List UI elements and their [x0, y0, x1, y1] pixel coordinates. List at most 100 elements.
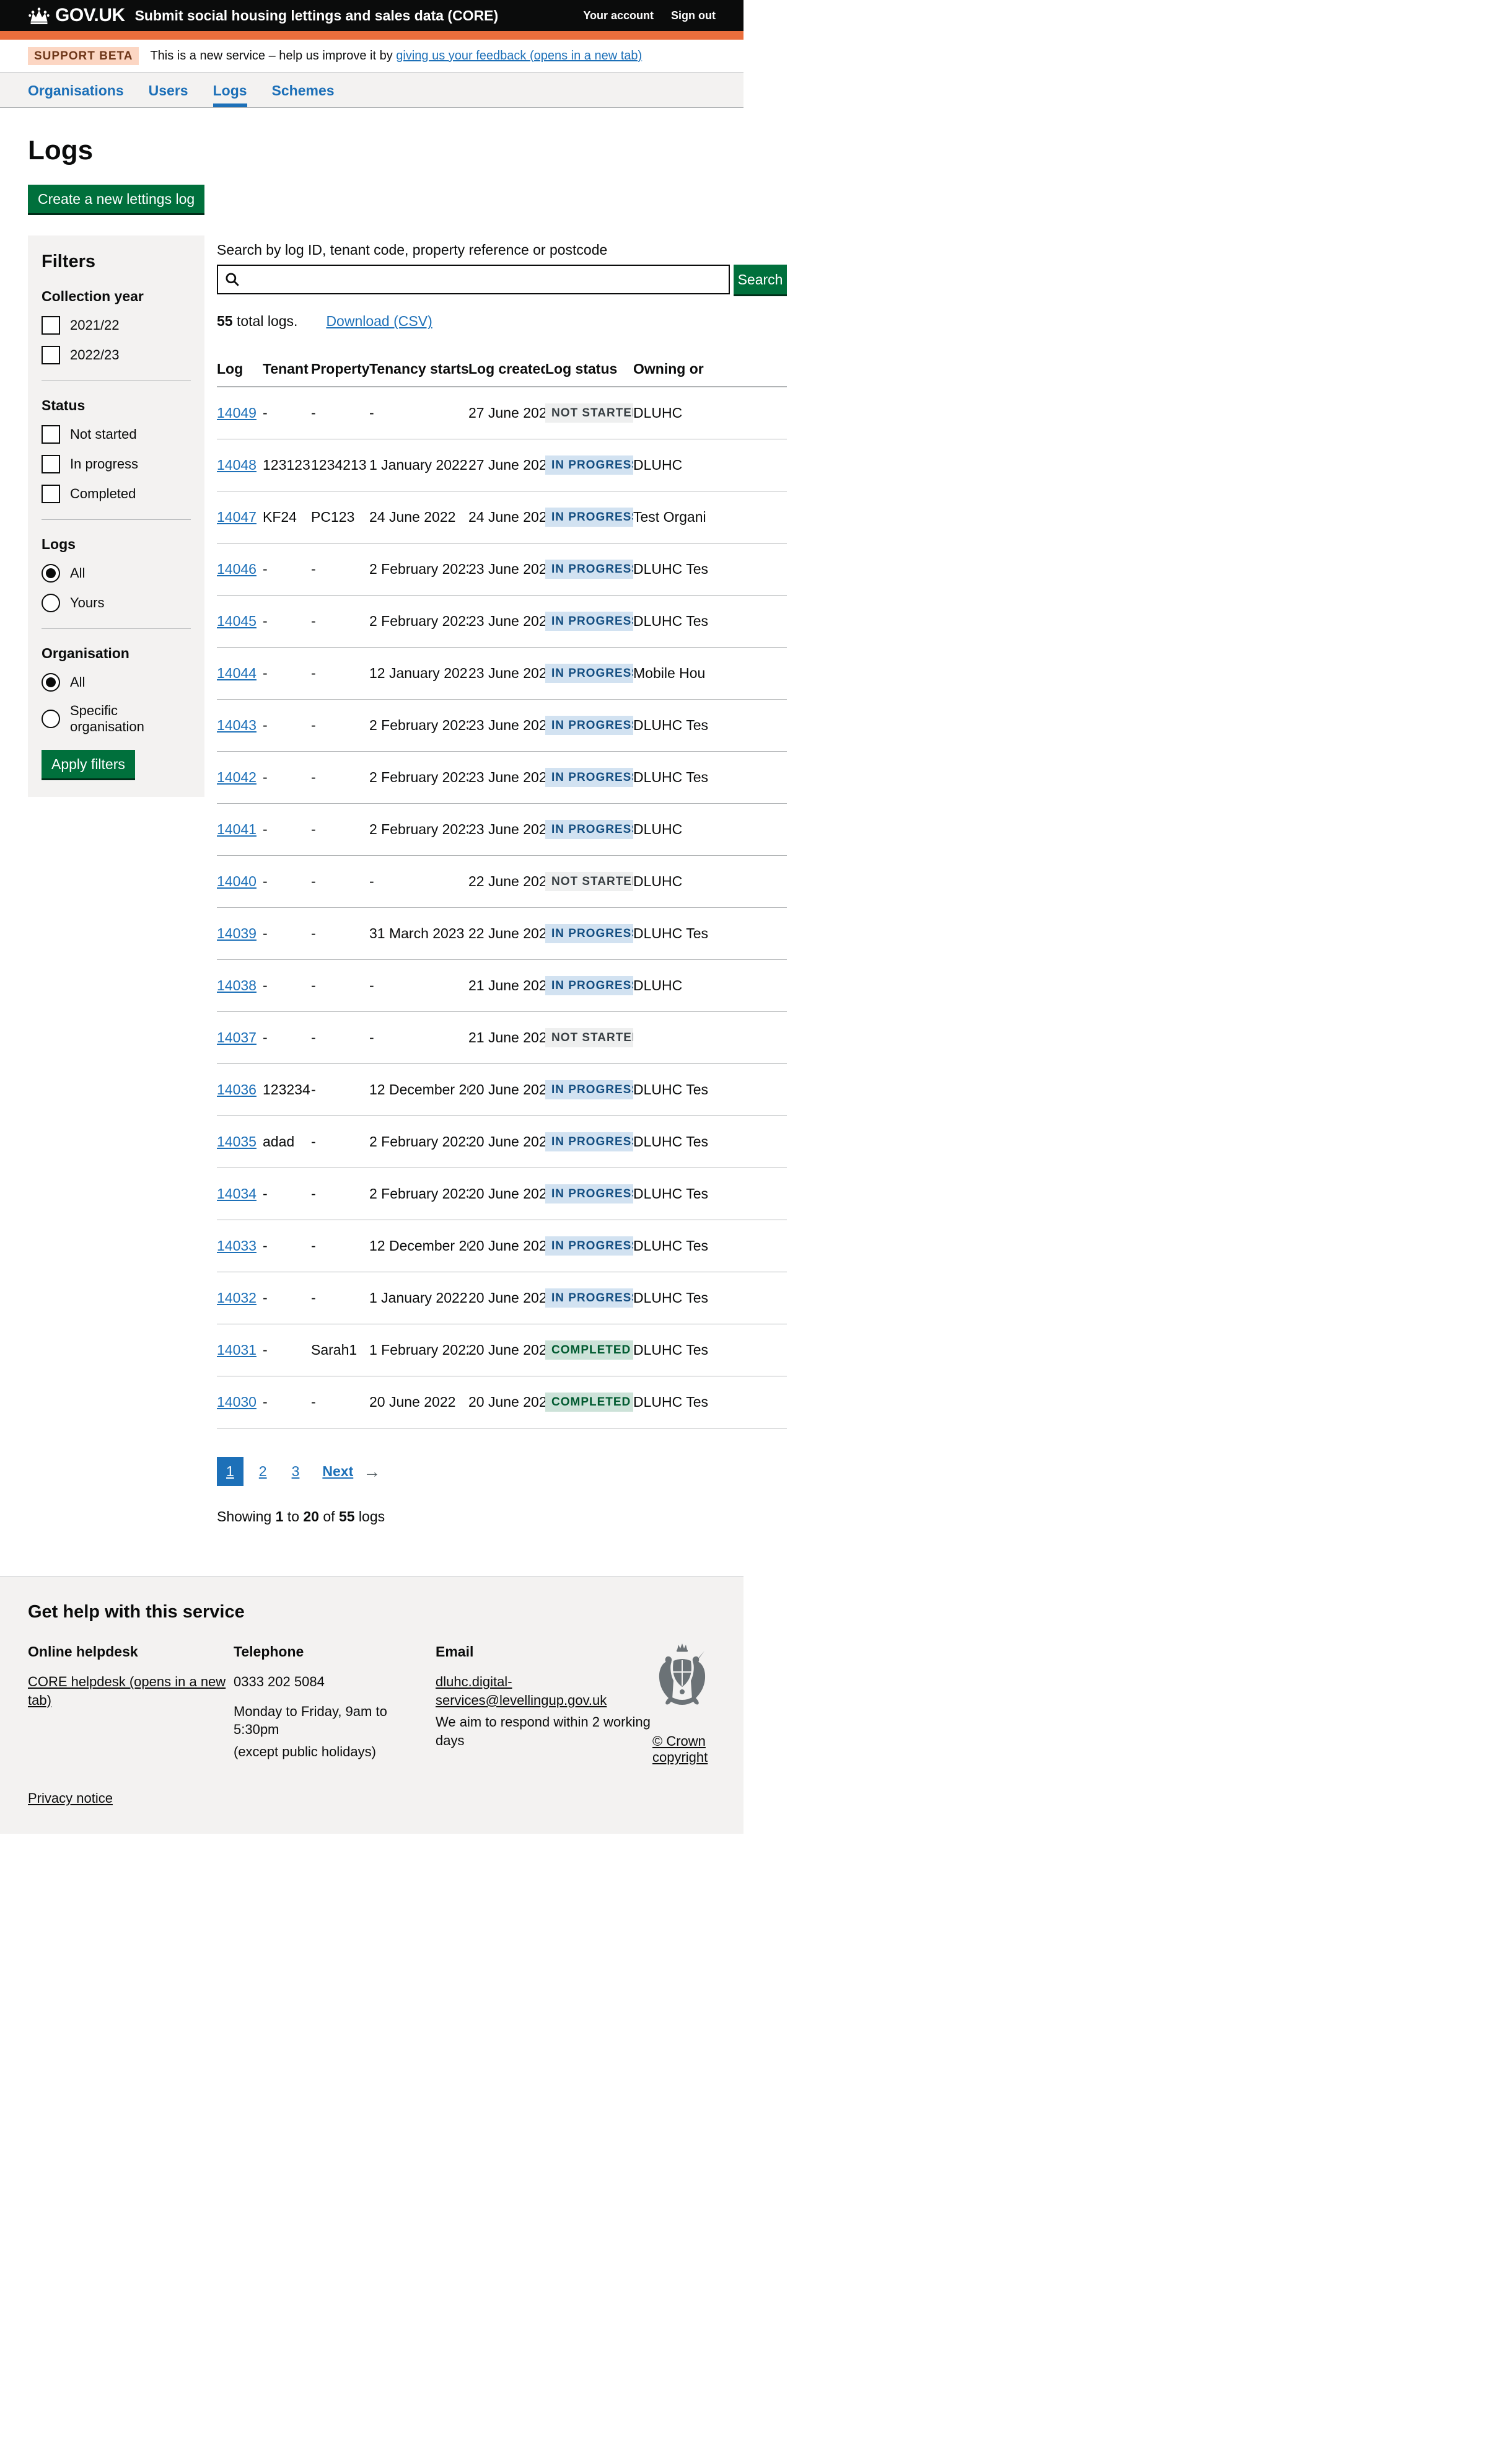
cell-log-created: 23 June 2022	[468, 543, 545, 596]
filter-option-label: All	[70, 674, 85, 690]
cell-tenant: -	[263, 1012, 311, 1064]
total-logs-suffix: total logs.	[233, 313, 298, 329]
cell-log-status: IN PROGRESS	[545, 908, 633, 960]
service-name-link[interactable]: Submit social housing lettings and sales…	[135, 7, 499, 24]
radio-yours[interactable]	[42, 594, 60, 612]
status-badge: NOT STARTED	[545, 403, 633, 423]
cell-tenant: 123123	[263, 439, 311, 491]
table-row: 14046--2 February 202323 June 2022IN PRO…	[217, 543, 787, 596]
log-id-link[interactable]: 14044	[217, 665, 257, 681]
radio-all[interactable]	[42, 673, 60, 692]
checkbox-2021-22[interactable]	[42, 316, 60, 335]
cell-log-status: IN PROGRESS	[545, 700, 633, 752]
cell-property: -	[311, 648, 369, 700]
cell-tenancy-starts: 2 February 2023	[369, 543, 468, 596]
nav-tab-schemes[interactable]: Schemes	[272, 73, 335, 107]
showing-total: 55	[339, 1508, 355, 1525]
your-account-link[interactable]: Your account	[583, 9, 654, 22]
pagination-next-link[interactable]: Next	[315, 1457, 357, 1486]
email-link[interactable]: dluhc.digital-services@levellingup.gov.u…	[436, 1674, 607, 1708]
sign-out-link[interactable]: Sign out	[671, 9, 716, 22]
cell-log-created: 27 June 2022	[468, 387, 545, 439]
log-id-link[interactable]: 14036	[217, 1081, 257, 1098]
pagination-pages: 123	[217, 1457, 309, 1486]
cell-log-created: 23 June 2022	[468, 804, 545, 856]
filters-panel: Filters Collection year2021/222022/23Sta…	[28, 235, 204, 797]
cell-log-created: 23 June 2022	[468, 596, 545, 648]
footer-crest-column: © Crown copyright	[652, 1643, 721, 1766]
crown-copyright-link[interactable]: © Crown copyright	[652, 1733, 721, 1766]
table-row: 14031-Sarah11 February 202220 June 2022C…	[217, 1324, 787, 1376]
nav-tab-logs[interactable]: Logs	[213, 73, 247, 107]
log-id-link[interactable]: 14031	[217, 1342, 257, 1358]
radio-specific-organisation[interactable]	[42, 710, 60, 728]
email-heading: Email	[436, 1643, 652, 1660]
log-id-link[interactable]: 14049	[217, 405, 257, 421]
cell-log-created: 20 June 2022	[468, 1272, 545, 1324]
cell-log: 14048	[217, 439, 263, 491]
log-id-link[interactable]: 14043	[217, 717, 257, 733]
logs-table-header-row: LogTenantPropertyTenancy startsLog creat…	[217, 353, 787, 387]
status-badge: IN PROGRESS	[545, 612, 633, 631]
log-id-link[interactable]: 14034	[217, 1186, 257, 1202]
log-id-link[interactable]: 14042	[217, 769, 257, 785]
log-id-link[interactable]: 14045	[217, 613, 257, 629]
log-id-link[interactable]: 14046	[217, 561, 257, 577]
pagination-page-2[interactable]: 2	[250, 1457, 276, 1486]
table-row: 14033--12 December 202120 June 2022IN PR…	[217, 1220, 787, 1272]
apply-filters-button[interactable]: Apply filters	[42, 750, 135, 778]
download-csv-link[interactable]: Download (CSV)	[326, 313, 432, 329]
status-badge: IN PROGRESS	[545, 560, 633, 579]
checkbox-not-started[interactable]	[42, 425, 60, 444]
column-header: Property	[311, 353, 369, 387]
table-row: 14041--2 February 202323 June 2022IN PRO…	[217, 804, 787, 856]
cell-property: -	[311, 856, 369, 908]
email-response-note: We aim to respond within 2 working days	[436, 1713, 652, 1749]
log-id-link[interactable]: 14038	[217, 977, 257, 993]
cell-tenant: -	[263, 1220, 311, 1272]
log-id-link[interactable]: 14033	[217, 1238, 257, 1254]
cell-log-status: IN PROGRESS	[545, 1064, 633, 1116]
log-id-link[interactable]: 14041	[217, 821, 257, 837]
log-id-link[interactable]: 14047	[217, 509, 257, 525]
cell-log-created: 23 June 2022	[468, 648, 545, 700]
log-id-link[interactable]: 14037	[217, 1029, 257, 1045]
royal-coat-of-arms	[652, 1643, 712, 1721]
pagination-page-1[interactable]: 1	[217, 1457, 243, 1486]
cell-property: -	[311, 908, 369, 960]
log-id-link[interactable]: 14030	[217, 1394, 257, 1410]
table-row: 14038---21 June 2022IN PROGRESSDLUHC	[217, 960, 787, 1012]
telephone-hours: Monday to Friday, 9am to 5:30pm	[234, 1702, 436, 1739]
log-id-link[interactable]: 14039	[217, 925, 257, 941]
nav-tab-users[interactable]: Users	[149, 73, 188, 107]
checkbox-in-progress[interactable]	[42, 455, 60, 473]
search-button[interactable]: Search	[734, 265, 787, 294]
showing-to: 20	[303, 1508, 319, 1525]
cell-log-created: 22 June 2022	[468, 856, 545, 908]
filter-option-label: Yours	[70, 595, 104, 611]
pagination-page-3[interactable]: 3	[283, 1457, 309, 1486]
cell-property: -	[311, 700, 369, 752]
privacy-notice-link[interactable]: Privacy notice	[28, 1790, 113, 1806]
nav-tab-organisations[interactable]: Organisations	[28, 73, 124, 107]
log-id-link[interactable]: 14035	[217, 1133, 257, 1150]
cell-log: 14038	[217, 960, 263, 1012]
search-input[interactable]	[217, 265, 730, 294]
checkbox-completed[interactable]	[42, 485, 60, 503]
cell-tenant: -	[263, 1324, 311, 1376]
log-id-link[interactable]: 14032	[217, 1290, 257, 1306]
log-id-link[interactable]: 14048	[217, 457, 257, 473]
total-logs-count: 55	[217, 313, 233, 329]
cell-log-status: NOT STARTED	[545, 856, 633, 908]
log-id-link[interactable]: 14040	[217, 873, 257, 889]
feedback-link[interactable]: giving us your feedback (opens in a new …	[396, 49, 642, 63]
radio-all[interactable]	[42, 564, 60, 583]
cell-tenant: -	[263, 752, 311, 804]
create-lettings-log-button[interactable]: Create a new lettings log	[28, 185, 204, 213]
core-helpdesk-link[interactable]: CORE helpdesk (opens in a new tab)	[28, 1674, 226, 1708]
footer-col-online-helpdesk: Online helpdesk CORE helpdesk (opens in …	[28, 1643, 234, 1766]
checkbox-2022-23[interactable]	[42, 346, 60, 364]
phase-banner-message: This is a new service – help us improve …	[150, 49, 396, 63]
footer-col-telephone: Telephone 0333 202 5084 Monday to Friday…	[234, 1643, 436, 1766]
govuk-logotype: GOV.UK	[55, 5, 125, 26]
